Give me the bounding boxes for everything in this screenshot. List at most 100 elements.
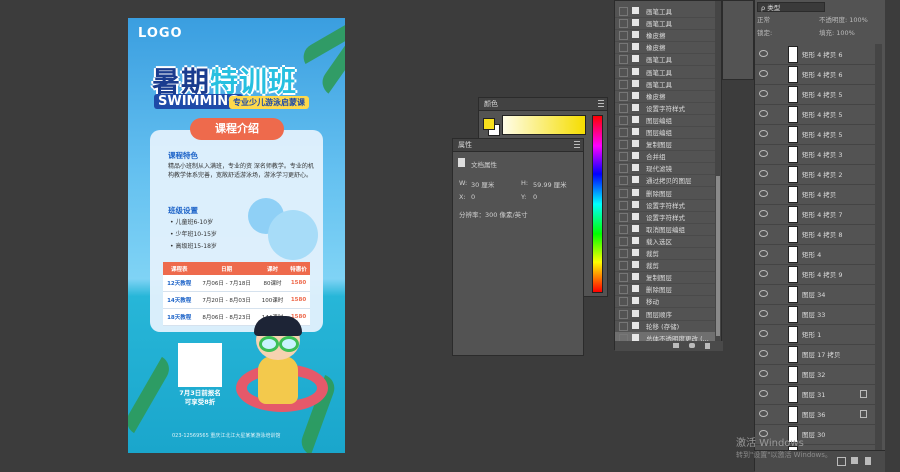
layer-thumbnail [788, 106, 798, 123]
layer-row[interactable]: 矩形 4 拷贝 7 [755, 204, 875, 225]
eye-icon[interactable] [759, 350, 768, 357]
layer-row[interactable]: 矩形 4 拷贝 6 [755, 64, 875, 85]
camera-icon[interactable] [689, 343, 695, 348]
panel-menu-icon[interactable] [574, 141, 580, 148]
layer-row[interactable]: 矩形 4 拷贝 5 [755, 84, 875, 105]
history-source-checkbox[interactable] [619, 188, 628, 198]
new-group-icon[interactable] [837, 457, 846, 466]
history-source-checkbox[interactable] [619, 128, 628, 137]
blend-mode-select[interactable]: 正常 [757, 14, 770, 24]
layer-row[interactable]: 矩形 4 [755, 244, 875, 265]
history-source-checkbox[interactable] [619, 321, 628, 331]
history-source-checkbox[interactable] [619, 249, 628, 258]
layer-row[interactable]: 矩形 4 拷贝 9 [755, 264, 875, 285]
poster-canvas[interactable]: LOGO 暑期特训班 SWIMMING 专业少儿游泳启蒙课 课程介绍 课程特色 … [128, 18, 345, 453]
history-item-label: 轮移 (存储) [646, 322, 680, 331]
layer-row[interactable]: 矩形 4 拷贝 2 [755, 164, 875, 185]
layer-row[interactable]: 图层 34 [755, 284, 875, 305]
eye-icon[interactable] [759, 210, 768, 217]
history-source-checkbox[interactable] [619, 152, 628, 162]
layer-row[interactable]: 矩形 4 拷贝 8 [755, 224, 875, 245]
history-scroll-thumb[interactable] [716, 176, 720, 336]
eye-icon[interactable] [759, 310, 768, 317]
hue-slider[interactable] [592, 115, 603, 293]
history-source-checkbox[interactable] [619, 261, 628, 271]
history-source-checkbox[interactable] [619, 79, 628, 89]
layer-row[interactable]: 矩形 4 拷贝 5 [755, 124, 875, 145]
history-source-checkbox[interactable] [619, 7, 628, 16]
new-layer-icon[interactable] [851, 457, 858, 464]
history-source-checkbox[interactable] [619, 31, 628, 41]
snapshot-icon[interactable] [673, 343, 679, 348]
history-source-checkbox[interactable] [619, 273, 628, 283]
foreground-color-swatch[interactable] [483, 118, 495, 130]
layer-row[interactable]: 图层 32 [755, 364, 875, 385]
opacity-field[interactable]: 不透明度: 100% [819, 14, 868, 24]
history-source-checkbox[interactable] [619, 91, 628, 101]
trash-icon[interactable] [705, 343, 710, 349]
history-source-checkbox[interactable] [619, 212, 628, 222]
fill-field[interactable]: 填充: 100% [819, 27, 855, 37]
eye-icon[interactable] [759, 130, 768, 137]
history-step-icon [632, 164, 639, 172]
layers-scrollbar[interactable] [875, 44, 882, 450]
history-source-checkbox[interactable] [619, 164, 628, 174]
eye-icon[interactable] [759, 90, 768, 97]
eye-icon[interactable] [759, 170, 768, 177]
x-value[interactable]: 0 [471, 193, 475, 201]
color-ramp[interactable] [502, 115, 586, 135]
eye-icon[interactable] [759, 230, 768, 237]
eye-icon[interactable] [759, 190, 768, 197]
layer-row[interactable]: 图层 17 拷贝 [755, 344, 875, 365]
layer-row[interactable]: 矩形 4 拷贝 3 [755, 144, 875, 165]
eye-icon[interactable] [759, 290, 768, 297]
layers-panel[interactable]: ρ 类型 正常 不透明度: 100% 锁定: 填充: 100% 矩形 4 拷贝 … [754, 0, 885, 472]
history-source-checkbox[interactable] [619, 285, 628, 295]
eye-icon[interactable] [759, 390, 768, 397]
panel-menu-icon[interactable] [598, 100, 604, 107]
eye-icon[interactable] [759, 110, 768, 117]
history-item-label: 删除图层 [646, 189, 672, 198]
eye-icon[interactable] [759, 370, 768, 377]
layer-filter-search[interactable]: ρ 类型 [757, 2, 825, 12]
eye-icon[interactable] [759, 410, 768, 417]
history-step-icon [632, 188, 639, 196]
layer-row[interactable]: 图层 36 [755, 404, 875, 425]
layer-row[interactable]: 矩形 4 拷贝 5 [755, 104, 875, 125]
layer-row[interactable]: 图层 31 [755, 384, 875, 405]
history-source-checkbox[interactable] [619, 200, 628, 210]
table-cell: 18天教程 [163, 308, 196, 326]
history-source-checkbox[interactable] [619, 19, 628, 29]
height-value[interactable]: 59.99 厘米 [533, 179, 567, 189]
history-source-checkbox[interactable] [619, 43, 628, 53]
layer-row[interactable]: 矩形 4 拷贝 6 [755, 44, 875, 65]
history-source-checkbox[interactable] [619, 55, 628, 65]
width-value[interactable]: 30 厘米 [471, 179, 494, 189]
history-source-checkbox[interactable] [619, 224, 628, 234]
history-source-checkbox[interactable] [619, 297, 628, 307]
history-source-checkbox[interactable] [619, 309, 628, 319]
class-item: • 高级班15-18岁 [170, 243, 217, 250]
eye-icon[interactable] [759, 270, 768, 277]
history-panel[interactable]: 画笔工具 画笔工具 橡皮擦 橡皮擦 画笔工具 画笔工具 画笔工具 橡皮擦 设置字符样式 图层编组图… [614, 0, 723, 351]
eye-icon[interactable] [759, 250, 768, 257]
layer-row[interactable]: 图层 33 [755, 304, 875, 325]
layer-row[interactable]: 矩形 4 拷贝 [755, 184, 875, 205]
history-source-checkbox[interactable] [619, 236, 628, 246]
layer-row[interactable]: 矩形 1 [755, 324, 875, 345]
history-source-checkbox[interactable] [619, 140, 628, 150]
eye-icon[interactable] [759, 50, 768, 57]
history-source-checkbox[interactable] [619, 115, 628, 125]
table-row: 12天教程 7月06日 - 7月18日 80课时 1580 [163, 275, 310, 292]
table-header: 特惠价 [287, 262, 310, 275]
delete-layer-icon[interactable] [865, 457, 871, 465]
history-step-icon [632, 103, 639, 111]
history-source-checkbox[interactable] [619, 176, 628, 186]
y-value[interactable]: 0 [533, 193, 537, 201]
eye-icon[interactable] [759, 150, 768, 157]
history-source-checkbox[interactable] [619, 103, 628, 113]
eye-icon[interactable] [759, 330, 768, 337]
eye-icon[interactable] [759, 70, 768, 77]
properties-panel[interactable]: 属性 文档属性 W: 30 厘米 H: 59.99 厘米 X: 0 Y: 0 分… [452, 138, 584, 356]
history-source-checkbox[interactable] [619, 67, 628, 77]
